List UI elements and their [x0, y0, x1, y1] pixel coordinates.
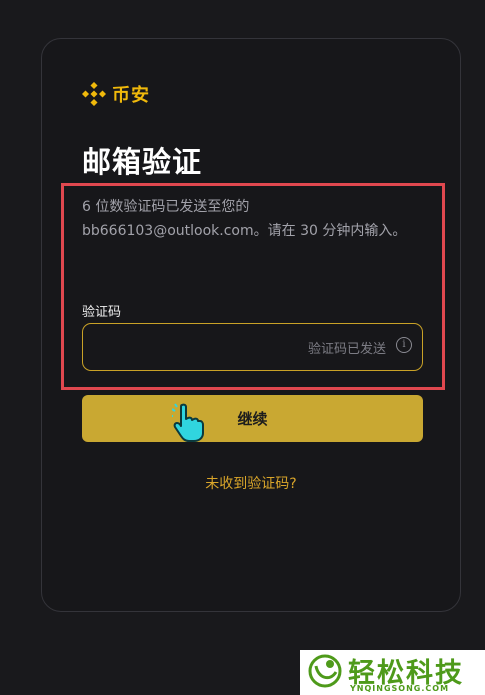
watermark-logo-icon — [308, 654, 342, 688]
code-field-label: 验证码 — [82, 305, 122, 320]
continue-button-label: 继续 — [237, 410, 268, 428]
code-sent-status: 验证码已发送 — [307, 342, 386, 357]
binance-logo-icon — [82, 82, 106, 106]
verification-card: 币安 邮箱验证 6 位数验证码已发送至您的 bb666103@outlook.c… — [41, 38, 461, 612]
page-title: 邮箱验证 — [82, 145, 203, 179]
watermark: 轻松科技 YNQINGSONG.COM — [300, 650, 485, 695]
watermark-subtext: YNQINGSONG.COM — [350, 684, 450, 693]
hand-cursor-icon — [172, 403, 204, 442]
verification-code-input[interactable]: 验证码已发送 i — [82, 323, 423, 371]
brand-name: 币安 — [112, 85, 150, 106]
resend-code-link[interactable]: 未收到验证码? — [42, 473, 460, 493]
info-icon[interactable]: i — [396, 337, 412, 353]
verification-description: 6 位数验证码已发送至您的 bb666103@outlook.com。请在 30… — [82, 199, 407, 239]
continue-button[interactable]: 继续 — [82, 395, 423, 442]
brand-logo[interactable]: 币安 — [82, 81, 150, 107]
